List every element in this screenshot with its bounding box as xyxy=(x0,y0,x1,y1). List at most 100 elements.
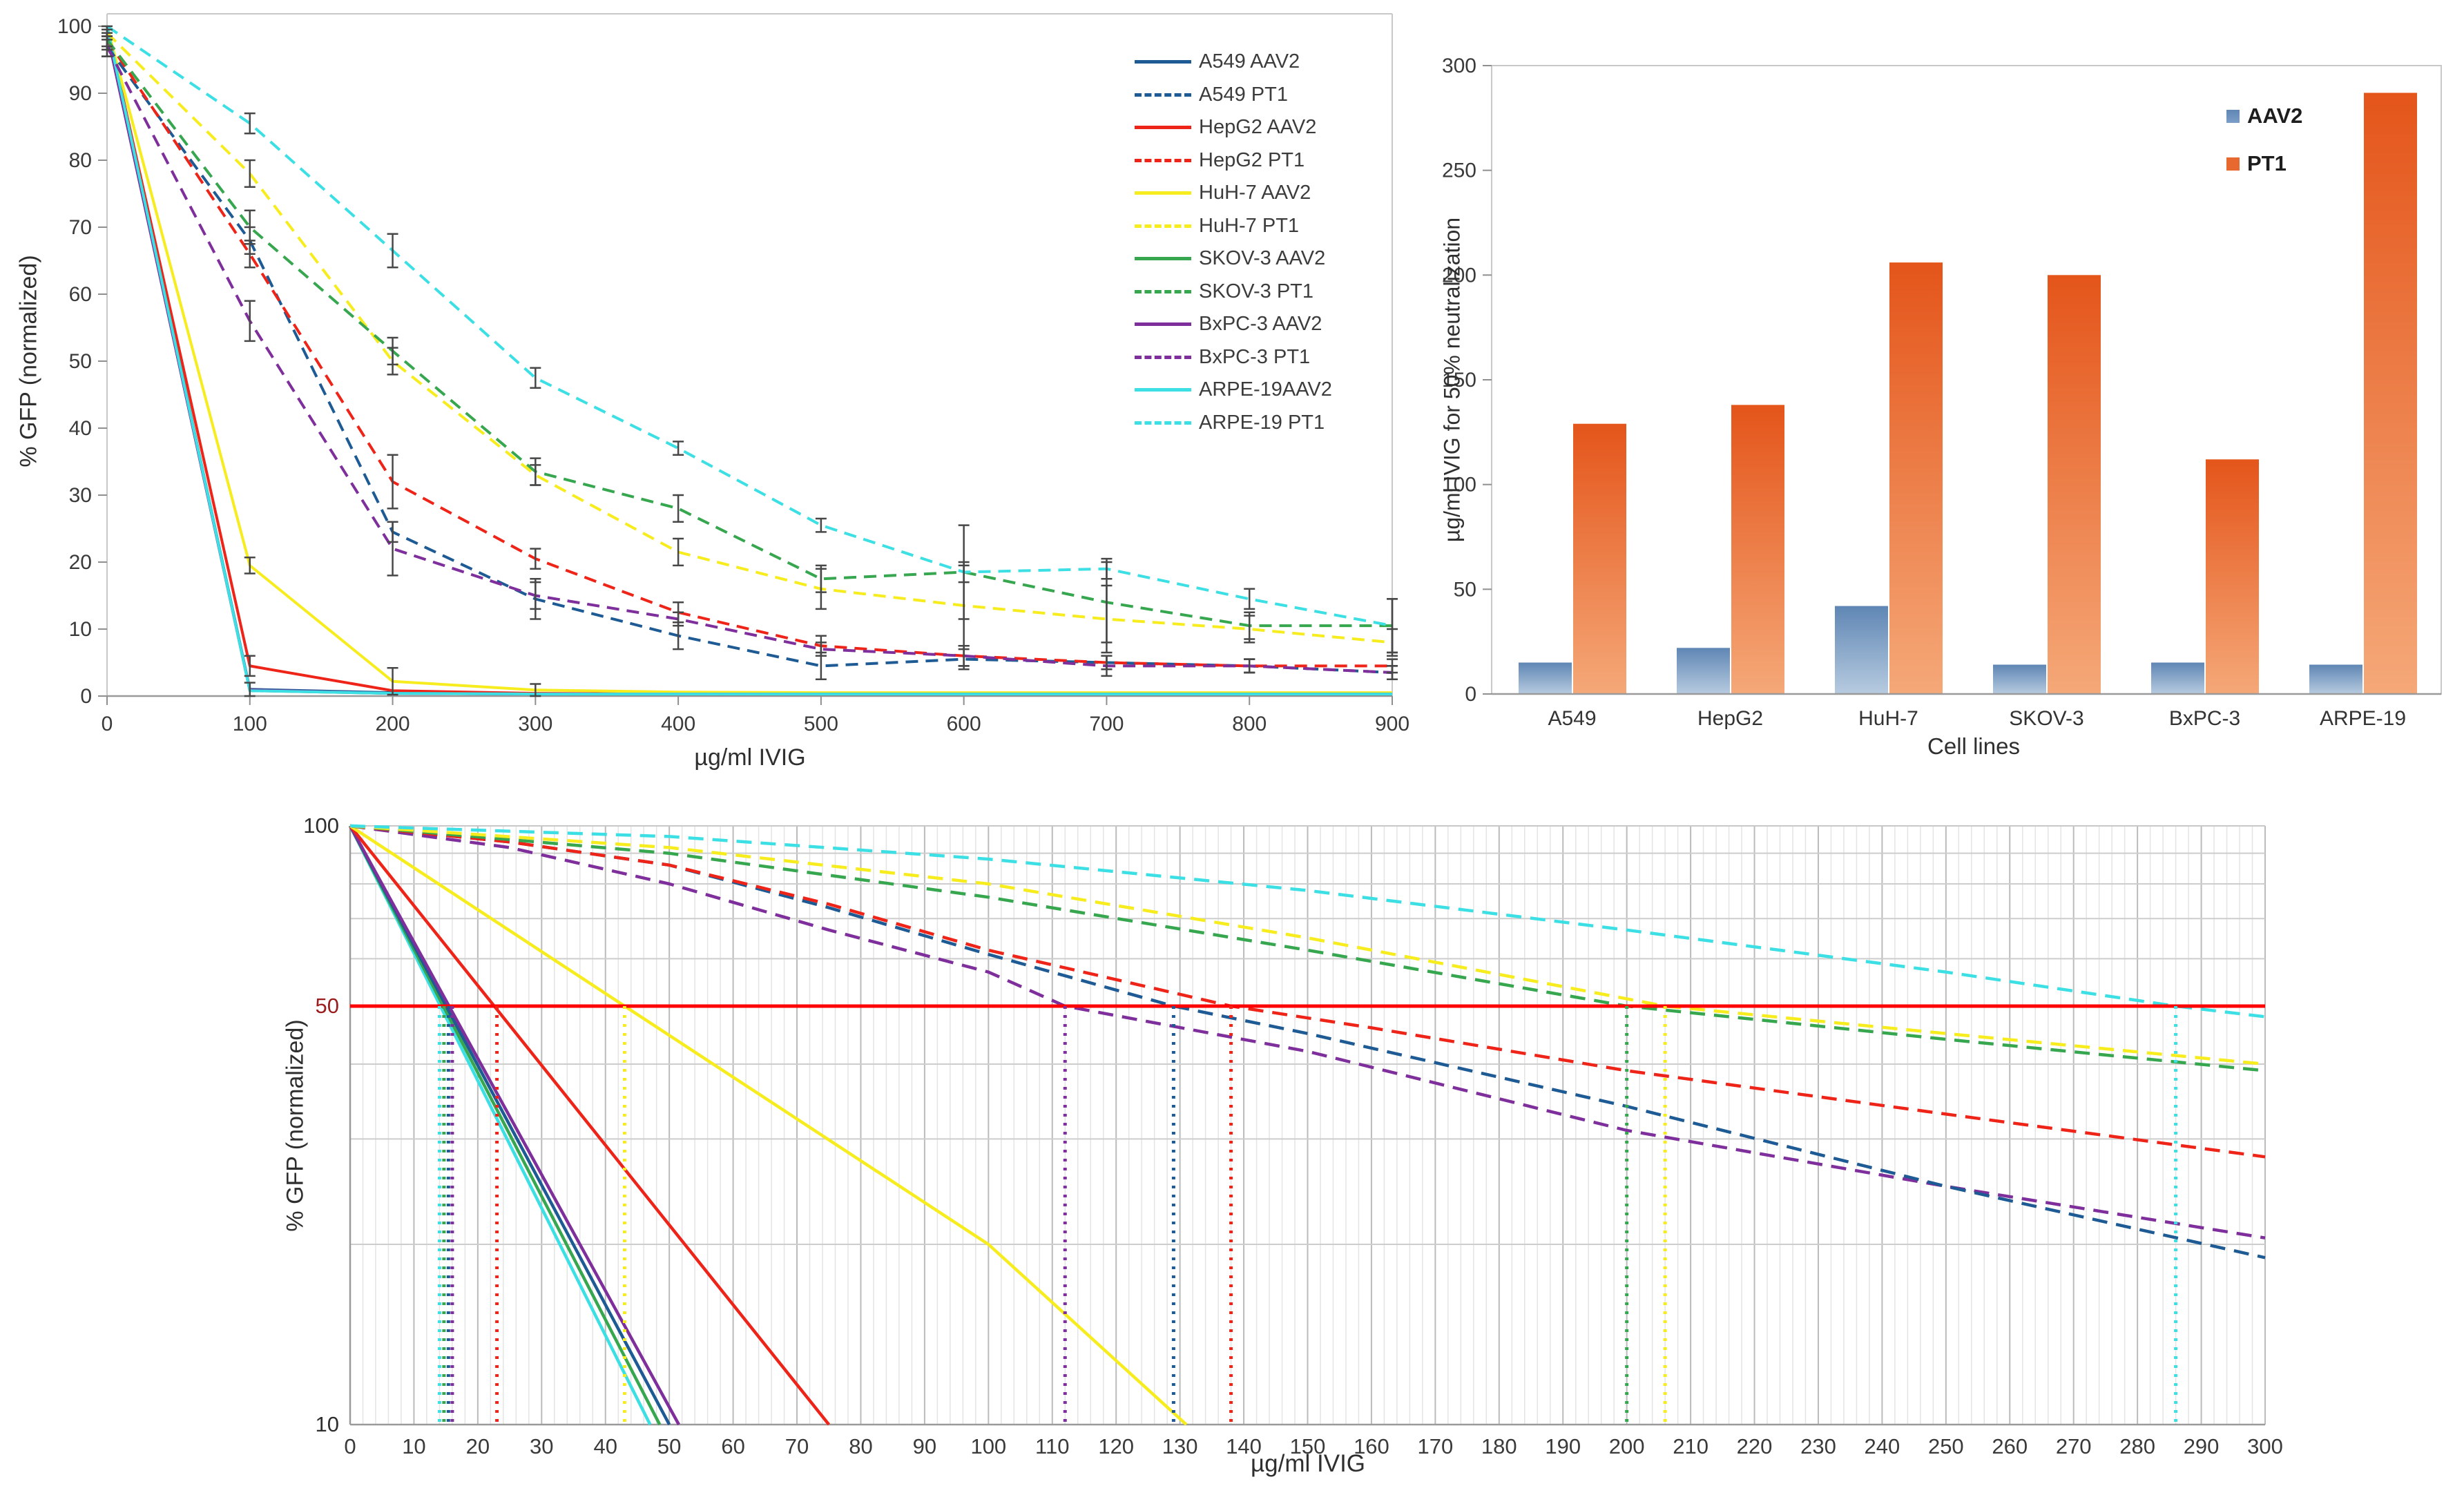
series-bxpc-3-aav2 xyxy=(350,826,679,1425)
legend-item: BxPC-3 AAV2 xyxy=(1135,308,1332,341)
x-tick-label: 60 xyxy=(721,1434,744,1458)
legend-line-sample xyxy=(1135,224,1191,228)
legend-item: ARPE-19AAV2 xyxy=(1135,374,1332,407)
y-tick-label: 100 xyxy=(57,15,92,38)
x-tick-label: 170 xyxy=(1417,1434,1453,1458)
x-tick-label: 230 xyxy=(1800,1434,1836,1458)
legend-item: AAV2 xyxy=(2226,104,2302,128)
chart1-legend: A549 AAV2 A549 PT1 HepG2 AAV2 HepG2 PT1 … xyxy=(1135,46,1332,439)
legend-label: HepG2 PT1 xyxy=(1199,149,1305,172)
legend-line-sample xyxy=(1135,356,1191,359)
x-tick-label: 400 xyxy=(661,713,695,735)
bar-pt1-skov-3 xyxy=(2048,275,2101,694)
x-tick-label: 20 xyxy=(466,1434,490,1458)
x-tick-label: 280 xyxy=(2119,1434,2155,1458)
x-tick-label: 70 xyxy=(785,1434,809,1458)
x-tick-label: 260 xyxy=(1992,1434,2028,1458)
chart3-x-axis-label: µg/ml IVIG xyxy=(1251,1450,1365,1478)
legend-label: AAV2 xyxy=(2247,104,2302,128)
bar-pt1-hepg2 xyxy=(1731,405,1784,694)
x-tick-label: 220 xyxy=(1737,1434,1773,1458)
x-tick-label: 800 xyxy=(1232,713,1267,735)
legend-label: SKOV-3 AAV2 xyxy=(1199,247,1325,270)
legend-line-sample xyxy=(1135,290,1191,293)
x-tick-label: 500 xyxy=(804,713,838,735)
y-tick-label: 80 xyxy=(69,149,92,172)
legend-swatch-pt1 xyxy=(2226,157,2240,171)
x-tick-label: 900 xyxy=(1375,713,1409,735)
x-tick-label: 200 xyxy=(1609,1434,1645,1458)
y-tick-label: 20 xyxy=(69,551,92,574)
y-tick-label: 70 xyxy=(69,216,92,239)
x-tick-label: 130 xyxy=(1162,1434,1198,1458)
bar-aav2-skov-3 xyxy=(1993,665,2046,694)
x-tick-label: 180 xyxy=(1481,1434,1517,1458)
y-tick-label: 0 xyxy=(1465,683,1476,706)
bar-aav2-hepg2 xyxy=(1677,648,1730,694)
category-label: BxPC-3 xyxy=(2169,707,2240,730)
x-tick-label: 110 xyxy=(1035,1434,1069,1458)
category-label: HepG2 xyxy=(1697,707,1763,730)
legend-item: A549 AAV2 xyxy=(1135,46,1332,79)
legend-line-sample xyxy=(1135,257,1191,260)
legend-label: SKOV-3 PT1 xyxy=(1199,280,1313,303)
series-hepg2-aav2 xyxy=(350,826,829,1425)
legend-label: A549 PT1 xyxy=(1199,84,1288,106)
bar-pt1-a549 xyxy=(1573,424,1626,694)
y-tick-label: 90 xyxy=(69,82,92,105)
legend-line-sample xyxy=(1135,322,1191,326)
bar-pt1-huh-7 xyxy=(1889,262,1943,694)
legend-line-sample xyxy=(1135,421,1191,425)
x-tick-label: 700 xyxy=(1089,713,1124,735)
category-label: A549 xyxy=(1548,707,1596,730)
x-tick-label: 90 xyxy=(913,1434,936,1458)
category-label: SKOV-3 xyxy=(2009,707,2083,730)
series-huh-7-aav2 xyxy=(350,826,1186,1425)
x-tick-label: 600 xyxy=(947,713,981,735)
bar-aav2-arpe-19 xyxy=(2309,665,2362,694)
chart3-y-axis-label: % GFP (normalized) xyxy=(282,1019,309,1231)
legend-label: ARPE-19AAV2 xyxy=(1199,378,1332,401)
legend-line-sample xyxy=(1135,388,1191,392)
legend-label: A549 AAV2 xyxy=(1199,50,1300,73)
legend-item: SKOV-3 PT1 xyxy=(1135,276,1332,309)
legend-item: ARPE-19 PT1 xyxy=(1135,407,1332,440)
x-tick-label: 240 xyxy=(1865,1434,1900,1458)
x-tick-label: 100 xyxy=(233,713,267,735)
bar-aav2-a549 xyxy=(1519,663,1572,695)
y-tick-label: 250 xyxy=(1442,160,1476,182)
bar-aav2-huh-7 xyxy=(1835,606,1888,694)
figure: 0102030405060708090100010020030040050060… xyxy=(0,0,2464,1495)
y-tick-label: 0 xyxy=(80,685,92,708)
x-tick-label: 190 xyxy=(1545,1434,1581,1458)
x-tick-label: 50 xyxy=(657,1434,681,1458)
chart1-y-axis-label: % GFP (normalized) xyxy=(16,255,43,467)
y-tick-label: 30 xyxy=(69,484,92,507)
legend-item: A549 PT1 xyxy=(1135,79,1332,112)
bar-pt1-arpe-19 xyxy=(2364,93,2417,694)
legend-swatch-aav2 xyxy=(2226,110,2240,123)
legend-label: PT1 xyxy=(2247,151,2287,176)
legend-label: BxPC-3 PT1 xyxy=(1199,346,1310,369)
legend-item: SKOV-3 AAV2 xyxy=(1135,242,1332,276)
x-tick-label: 200 xyxy=(376,713,410,735)
x-tick-label: 120 xyxy=(1098,1434,1134,1458)
x-tick-label: 290 xyxy=(2184,1434,2220,1458)
legend-item: HepG2 AAV2 xyxy=(1135,111,1332,144)
legend-label: HepG2 AAV2 xyxy=(1199,116,1316,139)
x-tick-label: 250 xyxy=(1928,1434,1964,1458)
legend-item: BxPC-3 PT1 xyxy=(1135,341,1332,374)
ic50-log-line-chart: 0102030405060708090100110120130140150160… xyxy=(0,794,2464,1495)
y-tick-label: 300 xyxy=(1442,55,1476,77)
legend-line-sample xyxy=(1135,126,1191,129)
x-tick-label: 40 xyxy=(593,1434,617,1458)
x-tick-label: 0 xyxy=(102,713,113,735)
legend-label: HuH-7 AAV2 xyxy=(1199,182,1311,204)
legend-line-sample xyxy=(1135,159,1191,162)
legend-item: PT1 xyxy=(2226,151,2302,176)
legend-item: HuH-7 PT1 xyxy=(1135,210,1332,243)
x-tick-label: 30 xyxy=(530,1434,553,1458)
legend-line-sample xyxy=(1135,93,1191,97)
category-label: HuH-7 xyxy=(1858,707,1918,730)
y-tick-label: 50 xyxy=(1454,578,1476,601)
